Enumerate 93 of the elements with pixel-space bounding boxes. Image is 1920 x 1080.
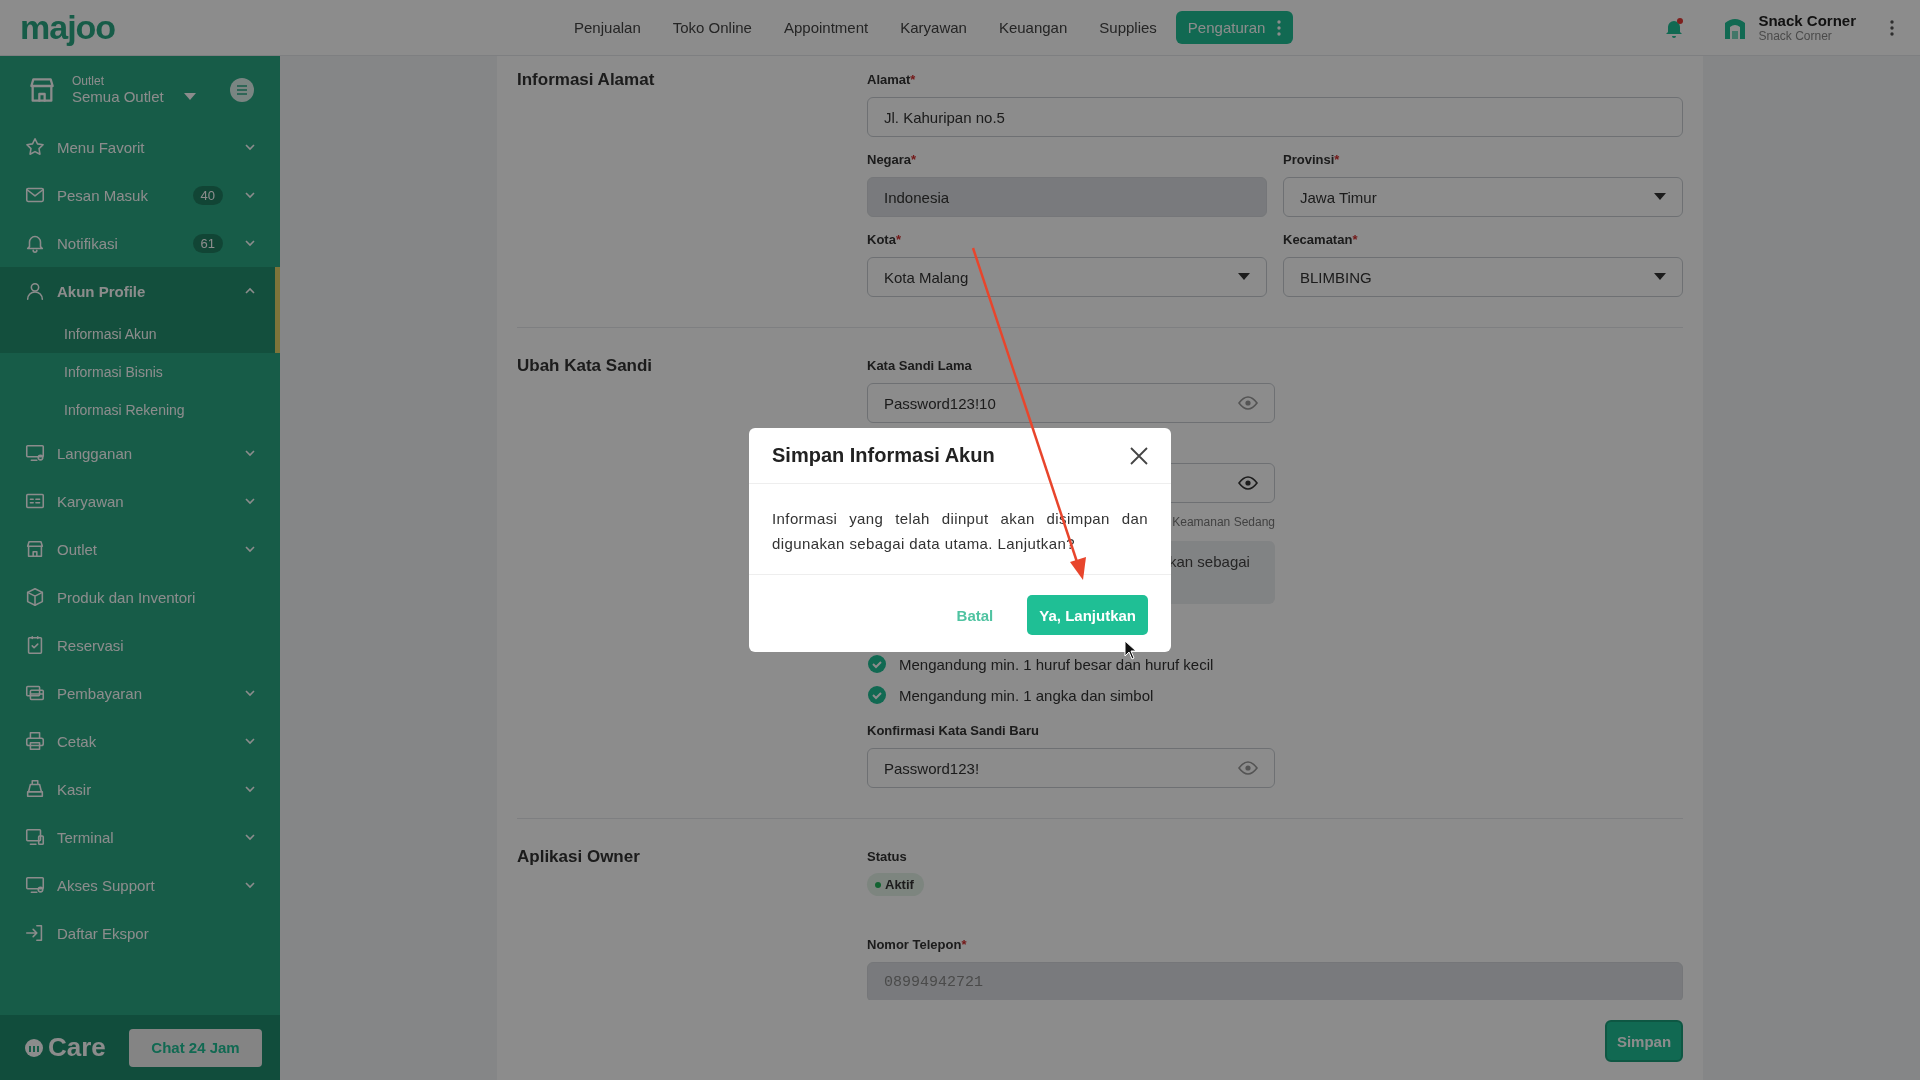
chevron-icon[interactable] (244, 543, 256, 555)
chevron-icon[interactable] (244, 495, 256, 507)
field-label: Nomor Telepon* (867, 937, 967, 952)
status-dot-icon (875, 881, 881, 888)
outlet-name: Snack Corner (1758, 29, 1833, 43)
password-field[interactable]: Password123! (867, 748, 1275, 788)
sidebar-item[interactable]: Produk dan Inventori (0, 573, 280, 621)
requirement-text: Mengandung min. 1 huruf besar dan huruf kecil (899, 655, 1214, 673)
more-icon[interactable] (1890, 19, 1894, 36)
chevron-icon[interactable] (244, 879, 256, 891)
chevron-icon[interactable] (244, 783, 256, 795)
sidebar-item[interactable]: Cetak (0, 717, 280, 765)
select-field[interactable]: Jawa Timur (1283, 177, 1683, 217)
cashier-icon (24, 778, 46, 800)
chevron-icon[interactable] (244, 687, 256, 699)
sidebar-item[interactable]: Daftar Ekspor (0, 909, 280, 957)
care-logo-icon (24, 1037, 44, 1058)
eye-icon[interactable] (1238, 761, 1258, 775)
star-icon (24, 136, 46, 158)
chevron-icon[interactable] (244, 141, 256, 153)
box-icon (24, 586, 46, 608)
close-button[interactable] (1130, 446, 1148, 465)
password-field[interactable]: Password123!10 (867, 383, 1275, 423)
chevron-icon[interactable] (244, 189, 256, 201)
chevron-icon[interactable] (244, 735, 256, 747)
nav-tab[interactable]: Keuangan (985, 11, 1081, 44)
monitor-icon (24, 826, 46, 848)
monitor-icon (24, 874, 46, 896)
eye-icon[interactable] (1238, 476, 1258, 490)
sidebar-item[interactable]: Langganan (0, 429, 280, 477)
input-field[interactable]: Jl. Kahuripan no.5 (867, 97, 1683, 137)
select-field[interactable]: Kota Malang (867, 257, 1267, 297)
field-label: Konfirmasi Kata Sandi Baru (867, 723, 1039, 738)
nav-tab[interactable]: Supplies (1086, 11, 1170, 44)
field-label: Negara* (867, 152, 917, 167)
sidebar-item[interactable]: Reservasi (0, 621, 280, 669)
monitor-icon (24, 442, 46, 464)
sidebar-item[interactable]: Terminal (0, 813, 280, 861)
sidebar-item[interactable]: Kasir (0, 765, 280, 813)
select-field[interactable]: BLIMBING (1283, 257, 1683, 297)
chevron-icon[interactable] (244, 447, 256, 459)
sidebar-item[interactable]: Akses Support (0, 861, 280, 909)
dropdown-icon[interactable] (1654, 273, 1666, 281)
menu-button[interactable] (230, 77, 254, 102)
dropdown-icon[interactable] (1654, 193, 1666, 201)
sidebar-subitem[interactable]: Informasi Akun (0, 315, 280, 353)
sidebar-item[interactable]: Menu Favorit (0, 123, 280, 171)
nav-tab[interactable]: Appointment (770, 11, 882, 44)
save-button[interactable]: Simpan (1605, 1020, 1683, 1062)
count-badge: 61 (192, 233, 223, 253)
status-badge: Aktif (867, 873, 924, 896)
nav-tab[interactable]: Toko Online (659, 11, 765, 44)
section-title: Informasi Alamat (517, 70, 655, 89)
printer-icon (24, 730, 46, 752)
more-icon[interactable] (1277, 19, 1282, 36)
dialog-title: Simpan Informasi Akun (772, 444, 995, 467)
field-label: Kota* (867, 232, 901, 247)
outlet-label: Outlet (72, 74, 105, 88)
field-label: Alamat* (867, 72, 916, 87)
chevron-icon[interactable] (244, 831, 256, 843)
chat-button[interactable]: Chat 24 Jam (129, 1028, 262, 1067)
sidebar-item[interactable]: Pembayaran (0, 669, 280, 717)
chevron-icon[interactable] (244, 237, 256, 249)
sidebar-item[interactable]: Notifikasi 61 (0, 219, 280, 267)
close-icon (1130, 446, 1148, 465)
sidebar-item[interactable]: Outlet (0, 525, 280, 573)
field-label: Provinsi* (1283, 152, 1340, 167)
user-name: Snack Corner (1758, 12, 1856, 29)
brand-name: Care (48, 1032, 106, 1063)
dropdown-icon[interactable] (1238, 273, 1250, 281)
field-label: Status (867, 849, 908, 864)
section-title: Aplikasi Owner (517, 847, 640, 866)
requirement-text: Mengandung min. 1 angka dan simbol (899, 686, 1154, 704)
confirm-button[interactable]: Ya, Lanjutkan (1027, 595, 1148, 635)
field-label: Kata Sandi Lama (867, 358, 972, 373)
sidebar-item[interactable]: Karyawan (0, 477, 280, 525)
store-icon (24, 538, 46, 560)
logo: majoo (20, 8, 117, 47)
nav-tab[interactable]: Penjualan (561, 11, 654, 44)
dropdown-icon[interactable] (183, 92, 196, 101)
user-icon (24, 280, 46, 302)
nav-tab[interactable]: Karyawan (887, 11, 980, 44)
count-badge: 40 (192, 185, 223, 205)
nav-tab[interactable]: Pengaturan (1175, 11, 1294, 44)
strength-label: Keamanan Sedang (1172, 515, 1275, 529)
section-title: Ubah Kata Sandi (517, 356, 653, 375)
menu-icon (236, 84, 248, 95)
eye-icon[interactable] (1238, 396, 1258, 410)
field-label: Kecamatan* (1283, 232, 1358, 247)
notification-bell-icon[interactable] (1664, 16, 1685, 39)
sidebar-item[interactable]: Akun Profile (0, 267, 280, 315)
sidebar-item[interactable]: Pesan Masuk 40 (0, 171, 280, 219)
outlet-selector[interactable]: Semua Outlet (72, 88, 164, 105)
